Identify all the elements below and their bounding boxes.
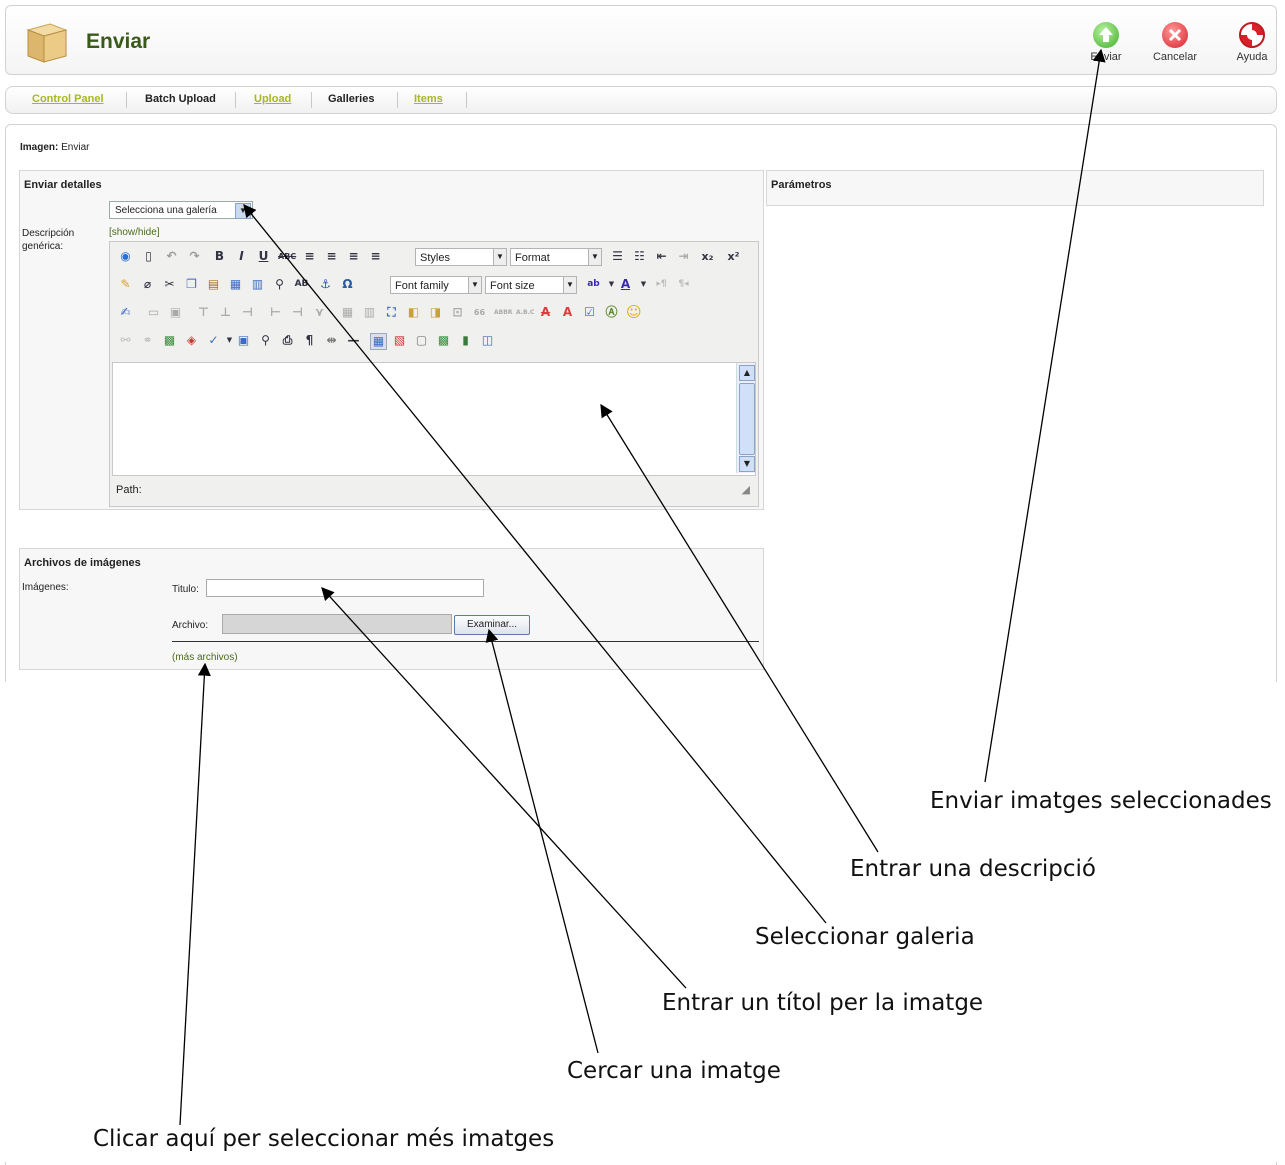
arrow-title (321, 587, 687, 989)
arrow-more (179, 662, 211, 1126)
callout-send: Enviar imatges seleccionades (930, 788, 1272, 814)
annotation-arrows (179, 48, 1106, 1126)
callout-more: Clicar aquí per seleccionar més imatges (93, 1126, 555, 1152)
callout-browse: Cercar una imatge (567, 1058, 781, 1084)
arrow-send (984, 48, 1106, 783)
callout-description: Entrar una descripció (850, 856, 1096, 882)
arrow-gallery (243, 203, 827, 924)
callout-title: Entrar un títol per la imatge (662, 990, 984, 1016)
callout-gallery: Seleccionar galeria (755, 924, 975, 950)
arrow-description (600, 403, 879, 853)
arrow-browse (485, 628, 599, 1054)
